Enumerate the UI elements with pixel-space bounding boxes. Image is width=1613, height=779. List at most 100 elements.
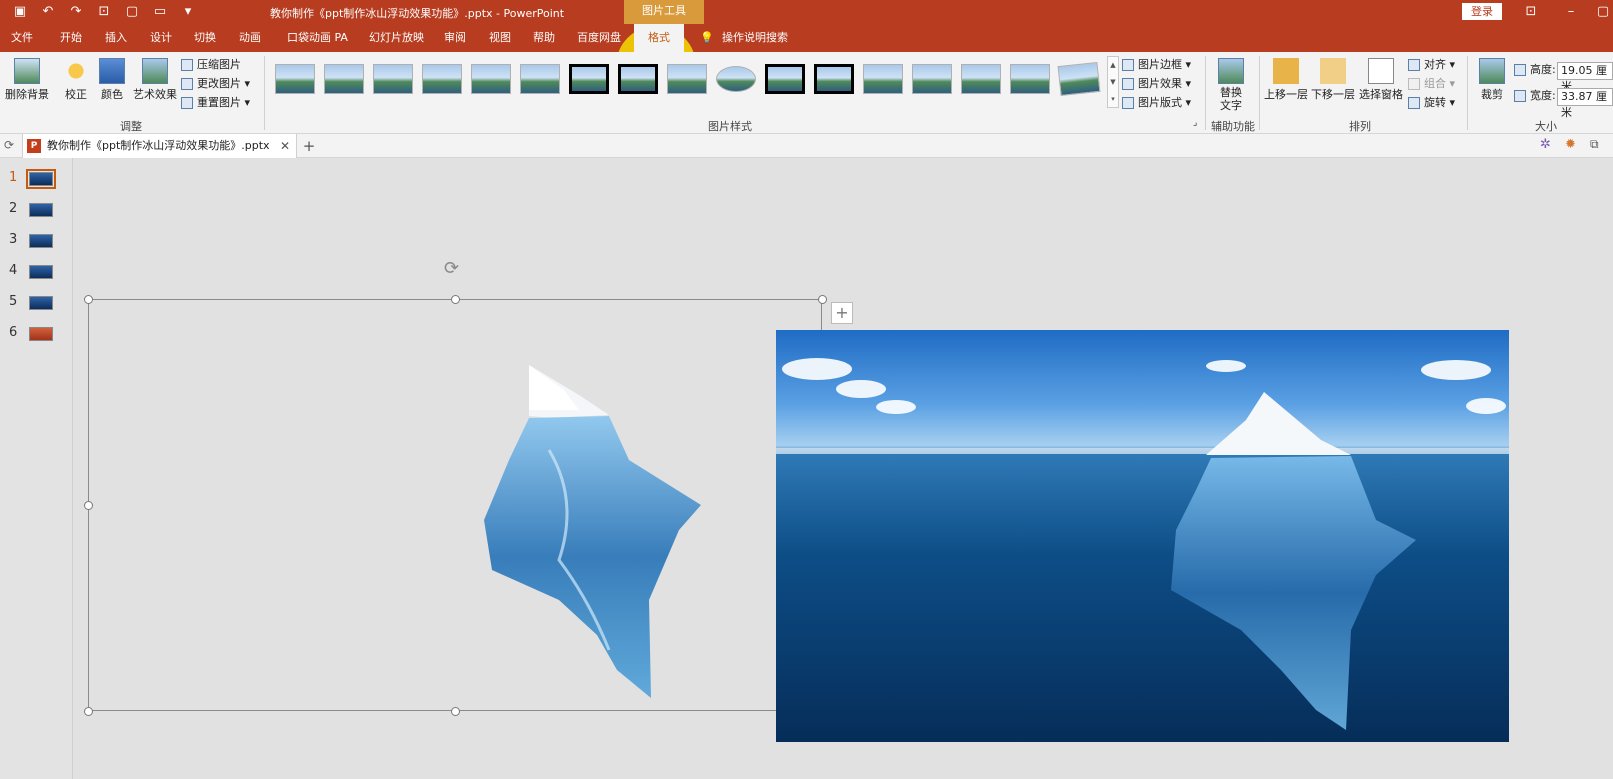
picture-style-option[interactable] (716, 66, 756, 92)
tab-view[interactable]: 视图 (489, 24, 511, 52)
tab-baidu-netdisk[interactable]: 百度网盘 (577, 24, 621, 52)
artistic-effects-icon (142, 58, 168, 84)
tab-transitions[interactable]: 切换 (194, 24, 216, 52)
sync-icon[interactable]: ⟳ (4, 138, 14, 152)
minimize-icon[interactable]: – (1558, 2, 1584, 22)
resize-handle[interactable] (84, 501, 93, 510)
selected-picture[interactable] (88, 299, 822, 711)
reset-picture-button[interactable]: 重置图片 ▾ (181, 94, 250, 112)
picture-style-option[interactable] (520, 64, 560, 94)
save-icon[interactable]: ▣ (10, 3, 30, 21)
slide-thumbnail[interactable]: 3 (0, 228, 73, 258)
tab-help[interactable]: 帮助 (533, 24, 555, 52)
resize-handle[interactable] (451, 707, 460, 716)
alt-text-button[interactable]: 替换文字 (1213, 58, 1249, 112)
picture-style-option[interactable] (765, 64, 805, 94)
rotate-handle-icon[interactable]: ⟳ (444, 258, 459, 279)
remove-background-button[interactable]: 删除背景 (4, 58, 50, 102)
maximize-icon[interactable]: ▢ (1590, 2, 1613, 22)
settings-icon[interactable]: ✲ (1540, 137, 1551, 152)
bring-forward-button[interactable]: 上移一层 (1264, 58, 1308, 102)
picture-style-option[interactable] (1010, 64, 1050, 94)
picture-effects-icon (1122, 78, 1134, 90)
new-tab-icon[interactable]: + (300, 136, 318, 156)
tab-slideshow[interactable]: 幻灯片放映 (369, 24, 424, 52)
send-backward-button[interactable]: 下移一层 (1311, 58, 1355, 102)
height-icon (1514, 64, 1526, 76)
picture-style-option[interactable] (863, 64, 903, 94)
open-folder-icon[interactable]: ▭ (150, 3, 170, 21)
new-file-icon[interactable]: ▢ (122, 3, 142, 21)
tell-me-search[interactable]: 操作说明搜索 (722, 24, 788, 52)
tab-design[interactable]: 设计 (150, 24, 172, 52)
picture-style-option[interactable] (618, 64, 658, 94)
accessibility-group-label: 辅助功能 (1211, 120, 1255, 133)
group-separator (264, 56, 265, 130)
group-separator (1467, 56, 1468, 130)
picture-style-option[interactable] (275, 64, 315, 94)
corrections-button[interactable]: 校正 (60, 58, 92, 102)
picture-style-option[interactable] (1057, 61, 1101, 97)
tab-insert[interactable]: 插入 (105, 24, 127, 52)
slide-preview (29, 296, 53, 310)
resize-handle[interactable] (451, 295, 460, 304)
align-button[interactable]: 对齐 ▾ (1408, 56, 1455, 74)
layout-options-button[interactable]: + (831, 302, 853, 324)
picture-effects-button[interactable]: 图片效果 ▾ (1122, 75, 1191, 93)
slide-thumbnail[interactable]: 2 (0, 197, 73, 227)
tab-format[interactable]: 格式 (634, 24, 684, 52)
width-field[interactable]: 33.87 厘米 (1557, 88, 1613, 119)
group-icon (1408, 78, 1420, 90)
slide-thumbnail[interactable]: 4 (0, 259, 73, 289)
picture-style-option[interactable] (667, 64, 707, 94)
picture-style-option[interactable] (373, 64, 413, 94)
slide-thumbnail[interactable]: 5 (0, 290, 73, 320)
resize-handle[interactable] (84, 295, 93, 304)
picture-style-option[interactable] (912, 64, 952, 94)
reset-picture-icon (181, 97, 193, 109)
start-slideshow-icon[interactable]: ⊡ (94, 3, 114, 21)
tab-animations[interactable]: 动画 (239, 24, 261, 52)
slide-thumbnail[interactable]: 6 (0, 321, 73, 351)
artistic-effects-button[interactable]: 艺术效果 (132, 58, 178, 102)
slide-thumbnail[interactable]: 1 (0, 166, 73, 196)
iceberg-photo[interactable] (776, 330, 1509, 742)
picture-layout-button[interactable]: 图片版式 ▾ (1122, 94, 1191, 112)
height-field[interactable]: 19.05 厘米 (1557, 62, 1613, 93)
resize-handle[interactable] (84, 707, 93, 716)
color-button[interactable]: 颜色 (98, 58, 126, 102)
picture-style-option[interactable] (961, 64, 1001, 94)
customize-qat-icon[interactable]: ▾ (178, 3, 198, 21)
compress-pictures-button[interactable]: 压缩图片 (181, 56, 241, 74)
picture-style-option[interactable] (471, 64, 511, 94)
login-button[interactable]: 登录 (1462, 3, 1502, 20)
slide-preview (29, 265, 53, 279)
picture-style-option[interactable] (814, 64, 854, 94)
window-layout-icon[interactable]: ⧉ (1590, 137, 1599, 152)
title-bar: ▣ ↶ ↷ ⊡ ▢ ▭ ▾ 教你制作《ppt制作冰山浮动效果功能》.pptx -… (0, 0, 1613, 24)
tab-review[interactable]: 审阅 (444, 24, 466, 52)
align-icon (1408, 59, 1420, 71)
tab-home[interactable]: 开始 (60, 24, 82, 52)
change-picture-button[interactable]: 更改图片 ▾ (181, 75, 250, 93)
group-button[interactable]: 组合 ▾ (1408, 75, 1455, 93)
picture-border-icon (1122, 59, 1134, 71)
crop-button[interactable]: 裁剪 (1474, 58, 1510, 102)
document-tab[interactable]: P 教你制作《ppt制作冰山浮动效果功能》.pptx ✕ (22, 134, 297, 158)
tab-file[interactable]: 文件 (11, 24, 33, 52)
redo-icon[interactable]: ↷ (66, 3, 86, 21)
resize-handle[interactable] (818, 295, 827, 304)
dialog-launcher-icon[interactable]: ⌟ (1193, 114, 1197, 132)
picture-style-option[interactable] (569, 64, 609, 94)
tab-pocket-animation[interactable]: 口袋动画 PA (287, 24, 348, 52)
rotate-button[interactable]: 旋转 ▾ (1408, 94, 1455, 112)
ribbon-display-options-icon[interactable]: ⊡ (1518, 2, 1544, 22)
undo-icon[interactable]: ↶ (38, 3, 58, 21)
gear-icon[interactable]: ✹ (1565, 137, 1576, 152)
selection-pane-button[interactable]: 选择窗格 (1358, 58, 1404, 102)
picture-border-button[interactable]: 图片边框 ▾ (1122, 56, 1191, 74)
picture-style-option[interactable] (324, 64, 364, 94)
picture-style-option[interactable] (422, 64, 462, 94)
gallery-scroll[interactable]: ▲ ▼ ▾ (1107, 56, 1119, 108)
close-icon[interactable]: ✕ (280, 134, 290, 158)
